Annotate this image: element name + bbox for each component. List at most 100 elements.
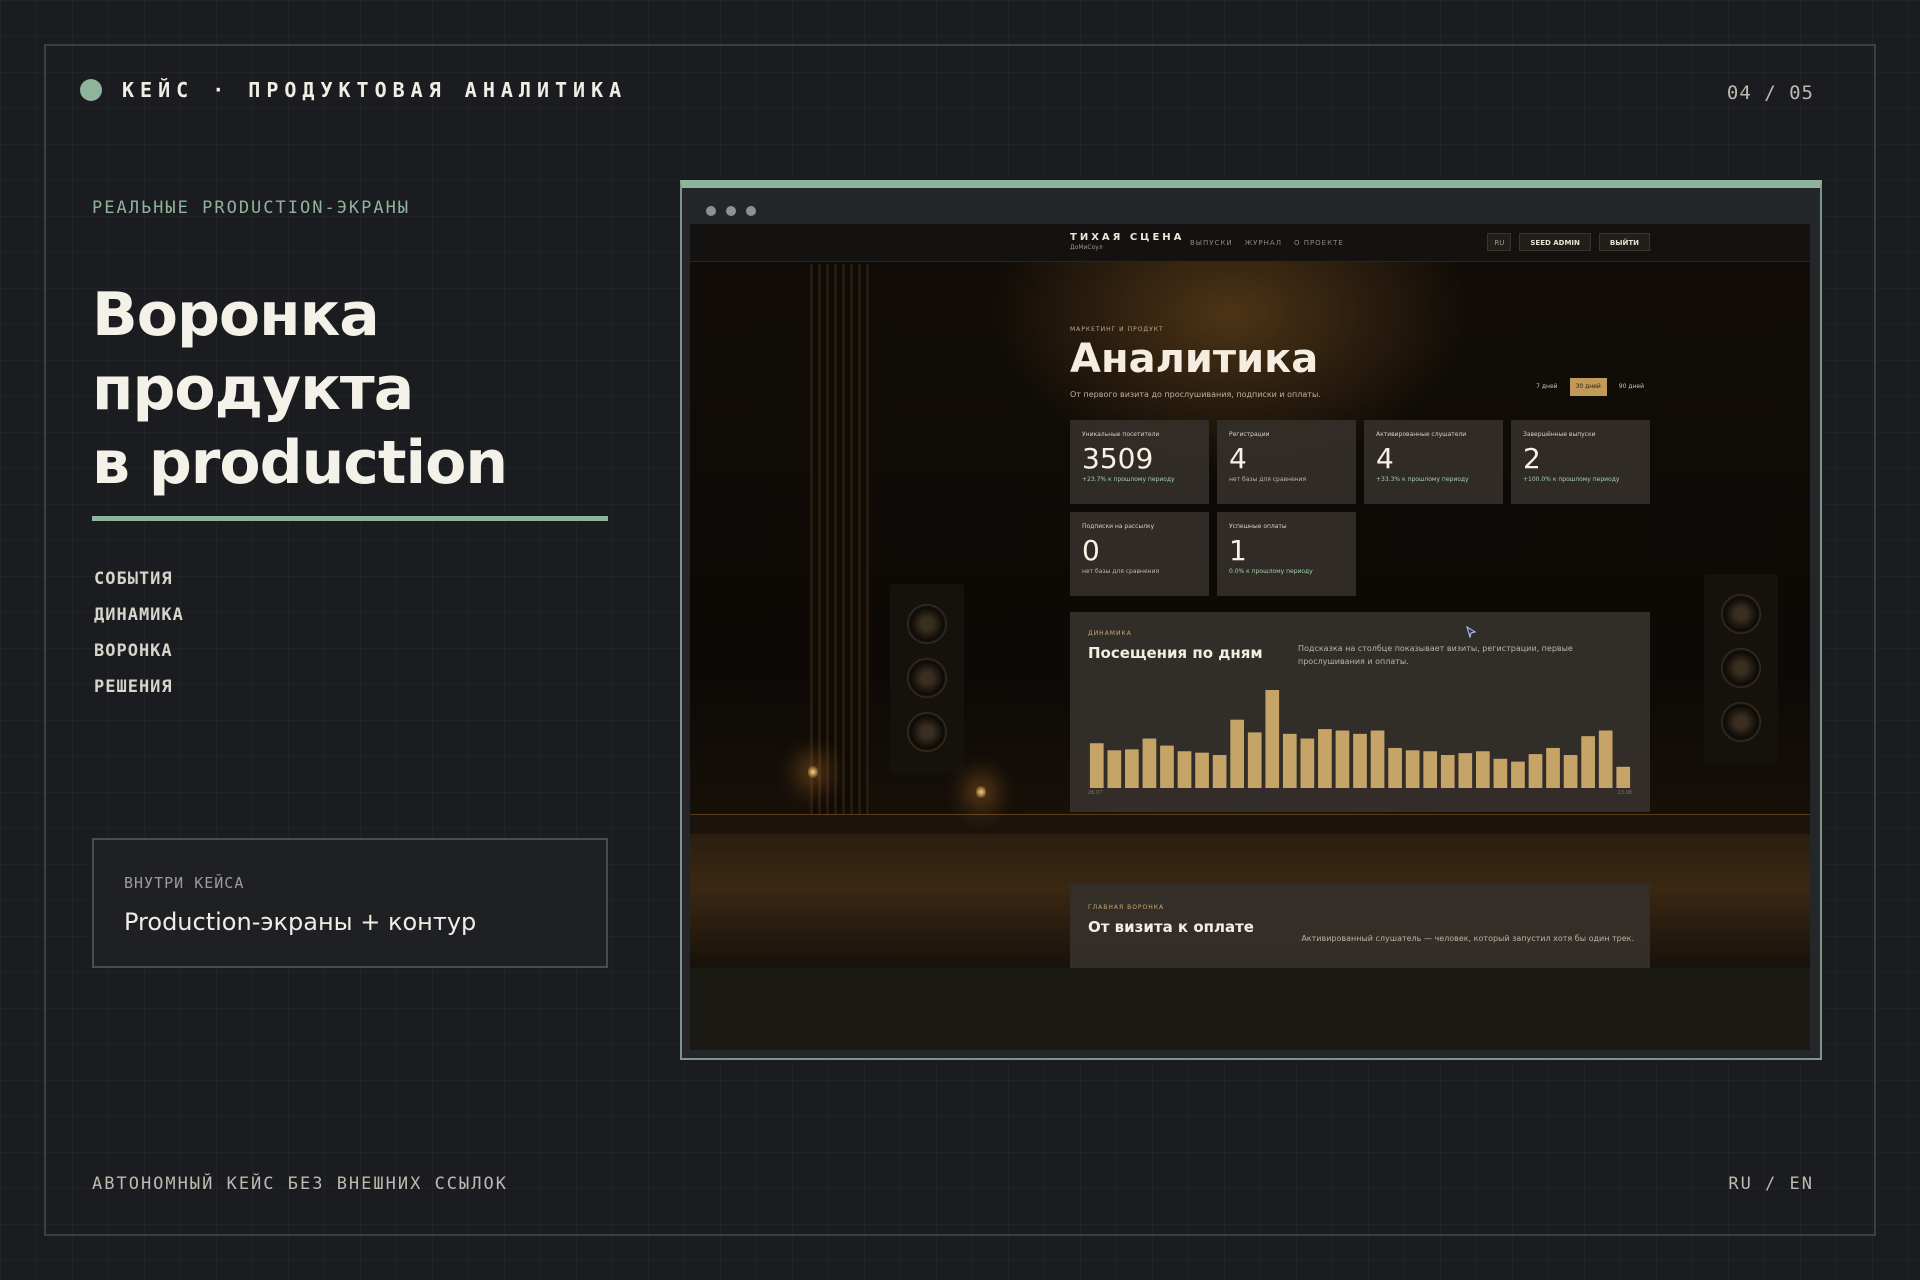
metric-label: Успешные оплаты <box>1229 523 1287 530</box>
metric-card-activated: Активированные слушатели 4 +33.3% к прош… <box>1364 420 1503 504</box>
chart-bar[interactable] <box>1160 745 1174 788</box>
case-kicker: КЕЙС · ПРОДУКТОВАЯ АНАЛИТИКА <box>122 78 628 102</box>
inside-case-value: Production-экраны + контур <box>124 908 477 936</box>
app-top-bar: ТИХАЯ СЦЕНА ДоМиСоул ВЫПУСКИ ЖУРНАЛ О ПР… <box>690 224 1810 262</box>
user-button[interactable]: SEED ADMIN <box>1519 233 1591 251</box>
chart-bar[interactable] <box>1493 758 1508 788</box>
chart-bar[interactable] <box>1528 754 1543 788</box>
metric-label: Завершённые выпуски <box>1523 431 1596 438</box>
metric-delta: +33.3% к прошлому периоду <box>1376 476 1469 483</box>
chart-bar[interactable] <box>1335 730 1350 788</box>
chart-bar[interactable] <box>1388 747 1402 788</box>
metric-delta: +100.0% к прошлому периоду <box>1523 476 1620 483</box>
metric-value: 0 <box>1082 534 1100 567</box>
section-eyebrow: РЕАЛЬНЫЕ PRODUCTION-ЭКРАНЫ <box>92 198 411 218</box>
app-screen: ТИХАЯ СЦЕНА ДоМиСоул ВЫПУСКИ ЖУРНАЛ О ПР… <box>690 224 1810 1050</box>
case-nav: СОБЫТИЯ ДИНАМИКА ВОРОНКА РЕШЕНИЯ <box>94 568 184 712</box>
chart-bar[interactable] <box>1247 732 1262 788</box>
app-brand[interactable]: ТИХАЯ СЦЕНА ДоМиСоул <box>1070 232 1184 251</box>
chart-bar[interactable] <box>1089 743 1104 788</box>
status-dot-icon <box>80 79 102 101</box>
funnel-hint: Активированный слушатель — человек, кото… <box>1301 934 1634 943</box>
period-selector: 7 дней 30 дней 90 дней <box>1530 378 1650 396</box>
screen-bottom-area <box>690 968 1810 1050</box>
chart-bar[interactable] <box>1142 738 1157 788</box>
metric-card-payments: Успешные оплаты 1 0.0% к прошлому период… <box>1217 512 1356 596</box>
period-30-days[interactable]: 30 дней <box>1569 378 1607 396</box>
language-switch[interactable]: RU / EN <box>1728 1174 1814 1194</box>
inside-case-box: ВНУТРИ КЕЙСА Production-экраны + контур <box>92 838 608 968</box>
chart-bar[interactable] <box>1598 730 1613 788</box>
nav-item-funnel[interactable]: ВОРОНКА <box>94 640 184 676</box>
period-90-days[interactable]: 90 дней <box>1613 378 1650 396</box>
candle-icon <box>976 784 986 800</box>
funnel-title: От визита к оплате <box>1088 918 1254 936</box>
chart-bar[interactable] <box>1353 733 1367 788</box>
title-line: в production <box>92 428 508 498</box>
chart-bar[interactable] <box>1511 761 1525 788</box>
chart-bar[interactable] <box>1405 750 1420 788</box>
window-dot-icon <box>706 206 716 216</box>
visits-chart-panel: ДИНАМИКА Посещения по дням Подсказка на … <box>1070 612 1650 812</box>
chart-bar[interactable] <box>1125 749 1139 788</box>
dashboard-subtitle: От первого визита до прослушивания, подп… <box>1070 390 1321 399</box>
metric-value: 4 <box>1229 442 1247 475</box>
metric-value: 3509 <box>1082 442 1154 475</box>
chart-bar[interactable] <box>1230 719 1245 788</box>
period-7-days[interactable]: 7 дней <box>1530 378 1563 396</box>
metric-card-completed: Завершённые выпуски 2 +100.0% к прошлому… <box>1511 420 1650 504</box>
chart-bar[interactable] <box>1318 729 1332 788</box>
metric-delta: 0.0% к прошлому периоду <box>1229 568 1313 575</box>
chart-bar[interactable] <box>1300 738 1315 788</box>
chart-bar[interactable] <box>1282 733 1297 788</box>
chart-bar[interactable] <box>1581 736 1595 788</box>
page-title: Воронка продукта в production <box>92 278 612 500</box>
chart-bar[interactable] <box>1195 752 1209 788</box>
chart-bar[interactable] <box>1265 690 1280 788</box>
nav-item-decisions[interactable]: РЕШЕНИЯ <box>94 676 184 712</box>
dashboard-title: Аналитика <box>1070 336 1319 382</box>
metric-card-subscriptions: Подписки на рассылку 0 нет базы для срав… <box>1070 512 1209 596</box>
chart-eyebrow: ДИНАМИКА <box>1088 630 1132 637</box>
chart-bar[interactable] <box>1212 755 1227 788</box>
browser-window: ТИХАЯ СЦЕНА ДоМиСоул ВЫПУСКИ ЖУРНАЛ О ПР… <box>680 180 1822 1060</box>
app-user-controls: RU SEED ADMIN ВЫЙТИ <box>1487 233 1650 251</box>
x-axis-start-label: 26.07 <box>1088 790 1103 796</box>
footer-note: АВТОНОМНЫЙ КЕЙС БЕЗ ВНЕШНИХ ССЫЛОК <box>92 1174 508 1194</box>
funnel-eyebrow: ГЛАВНАЯ ВОРОНКА <box>1088 904 1165 911</box>
title-line: Воронка <box>92 280 380 350</box>
chart-hint: Подсказка на столбце показывает визиты, … <box>1298 644 1573 666</box>
metric-label: Активированные слушатели <box>1376 431 1467 438</box>
chart-bar[interactable] <box>1423 751 1438 788</box>
app-nav: ВЫПУСКИ ЖУРНАЛ О ПРОЕКТЕ <box>1190 239 1344 247</box>
speaker-left-icon <box>890 584 964 774</box>
chart-bar[interactable] <box>1616 766 1631 788</box>
chart-bar[interactable] <box>1475 751 1490 788</box>
chart-bar[interactable] <box>1440 755 1455 788</box>
candle-icon <box>808 764 818 780</box>
nav-item-events[interactable]: СОБЫТИЯ <box>94 568 184 604</box>
chart-bar[interactable] <box>1177 751 1192 788</box>
metric-value: 4 <box>1376 442 1394 475</box>
chart-bar[interactable] <box>1546 747 1560 788</box>
window-dot-icon <box>726 206 736 216</box>
x-axis-end-label: 23.08 <box>1617 790 1632 796</box>
metric-label: Уникальные посетители <box>1082 431 1160 438</box>
metric-delta: +23.7% к прошлому периоду <box>1082 476 1175 483</box>
metric-delta: нет базы для сравнения <box>1082 568 1160 575</box>
metric-card-registrations: Регистрации 4 нет базы для сравнения <box>1217 420 1356 504</box>
metric-delta: нет базы для сравнения <box>1229 476 1307 483</box>
chart-bar[interactable] <box>1107 750 1122 788</box>
chart-bar[interactable] <box>1563 755 1578 788</box>
metric-value: 1 <box>1229 534 1247 567</box>
logout-button[interactable]: ВЫЙТИ <box>1598 233 1650 251</box>
chart-bar[interactable] <box>1458 753 1473 788</box>
brand-subtitle: ДоМиСоул <box>1070 244 1103 251</box>
nav-item-dynamics[interactable]: ДИНАМИКА <box>94 604 184 640</box>
metric-card-visitors: Уникальные посетители 3509 +23.7% к прош… <box>1070 420 1209 504</box>
app-nav-journal[interactable]: ЖУРНАЛ <box>1245 239 1282 247</box>
app-nav-releases[interactable]: ВЫПУСКИ <box>1190 239 1233 247</box>
chart-bar[interactable] <box>1370 730 1385 788</box>
app-lang-button[interactable]: RU <box>1487 233 1512 251</box>
app-nav-about[interactable]: О ПРОЕКТЕ <box>1294 239 1344 247</box>
